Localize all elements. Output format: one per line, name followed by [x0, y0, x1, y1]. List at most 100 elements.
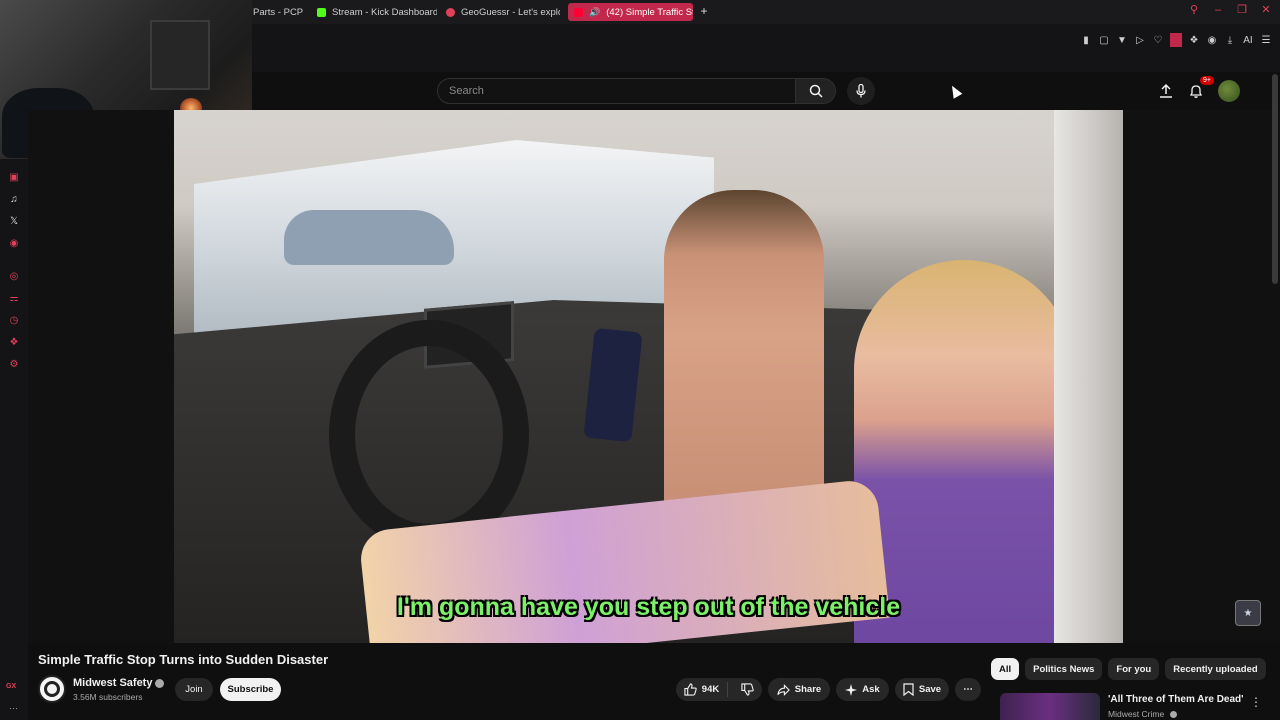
thumbs-up-icon: [684, 683, 697, 696]
search-box[interactable]: [437, 78, 796, 104]
tiktok-icon[interactable]: ♫: [8, 194, 20, 206]
tab-geoguessr[interactable]: GeoGuessr - Let's explore: [446, 3, 560, 21]
ai-button[interactable]: AI: [1242, 35, 1254, 46]
channel-watermark[interactable]: ★: [1235, 600, 1261, 626]
youtube-icon: [574, 7, 583, 17]
menu-icon[interactable]: ☰: [1260, 35, 1272, 46]
chip-recently-uploaded[interactable]: Recently uploaded: [1165, 658, 1266, 680]
settings-icon[interactable]: ⚙: [8, 359, 20, 371]
tab-kick-dashboard[interactable]: Stream - Kick Dashboard: [317, 3, 437, 21]
recommended-thumbnail[interactable]: [1000, 693, 1100, 720]
verified-icon: [1169, 711, 1177, 719]
recommended-channel: Midwest Crime: [1108, 709, 1177, 719]
chip-politics-news[interactable]: Politics News: [1025, 658, 1103, 680]
tab-label: (42) Simple Traffic Sto: [606, 6, 693, 18]
video-scene-parked-car: [284, 210, 454, 265]
share-button[interactable]: Share: [768, 678, 830, 701]
heart-icon[interactable]: ♡: [1152, 35, 1164, 46]
toolbar-separator: [1170, 33, 1182, 47]
microphone-icon: [856, 84, 866, 98]
snapshot-icon[interactable]: ▢: [1098, 35, 1110, 46]
new-tab-button[interactable]: +: [697, 4, 711, 18]
share-icon: [777, 683, 790, 696]
video-player[interactable]: I'm gonna have you step out of the vehic…: [174, 110, 1123, 643]
dislike-button[interactable]: [733, 683, 762, 696]
page-scrollbar[interactable]: [1272, 74, 1278, 284]
recommended-channel-name: Midwest Crime: [1108, 709, 1165, 719]
channel-name-text[interactable]: Midwest Safety: [73, 677, 152, 689]
channel-avatar[interactable]: [38, 675, 66, 703]
tab-label: GeoGuessr - Let's explore: [461, 6, 560, 18]
ask-button[interactable]: Ask: [836, 678, 889, 701]
tab-parts[interactable]: Parts - PCPa: [253, 3, 303, 21]
minimize-icon[interactable]: –: [1212, 4, 1224, 16]
extension-icons: ▮ ▢ ▼ ▷ ♡ ❖ ◉ ⤓ AI ☰: [1080, 33, 1272, 47]
play-icon[interactable]: ▷: [1134, 35, 1146, 46]
chip-all[interactable]: All: [991, 658, 1020, 680]
like-button[interactable]: 94K: [676, 682, 729, 697]
extensions-icon[interactable]: ❖: [1188, 35, 1200, 46]
video-scene-door-pillar: [1054, 110, 1123, 643]
pocket-icon[interactable]: ▼: [1116, 35, 1128, 46]
subscriber-count: 3.56M subscribers: [73, 692, 143, 702]
speaker-icon: 🔊: [589, 6, 601, 17]
more-vertical-icon[interactable]: ⋮: [1250, 695, 1262, 709]
recommended-title[interactable]: 'All Three of Them Are Dead': [1108, 694, 1244, 705]
thumbs-down-icon: [741, 683, 754, 696]
video-scene-driver: [854, 260, 1074, 643]
video-caption: I'm gonna have you step out of the vehic…: [396, 593, 901, 621]
restore-icon[interactable]: ❐: [1236, 4, 1248, 16]
chip-for-you[interactable]: For you: [1108, 658, 1160, 680]
more-actions-button[interactable]: ⋯: [955, 678, 981, 701]
like-count: 94K: [701, 684, 720, 695]
video-scene-steering-wheel: [329, 320, 529, 550]
close-icon[interactable]: ✕: [1260, 4, 1272, 16]
search-icon: [809, 84, 823, 98]
subscribe-button[interactable]: Subscribe: [220, 678, 281, 701]
more-horizontal-icon: ⋯: [963, 684, 973, 695]
search-input[interactable]: [438, 79, 795, 103]
channel-name[interactable]: Midwest Safety: [73, 677, 165, 689]
twitch-icon[interactable]: ◉: [8, 238, 20, 250]
like-dislike-group: 94K: [676, 678, 762, 701]
header-actions: 9+: [1158, 76, 1240, 103]
save-button[interactable]: Save: [895, 678, 949, 701]
pin-icon[interactable]: ⚎: [8, 293, 20, 305]
voice-search-button[interactable]: [847, 77, 875, 105]
x-icon[interactable]: 𝕏: [8, 216, 20, 228]
tab-youtube-active[interactable]: 🔊 (42) Simple Traffic Sto: [568, 3, 693, 21]
sidebar-more-icon[interactable]: ···: [9, 703, 18, 713]
account-avatar[interactable]: [1218, 80, 1240, 102]
history-icon[interactable]: ◷: [8, 315, 20, 327]
extensions-sidebar-icon[interactable]: ❖: [8, 337, 20, 349]
bell-icon: [1189, 85, 1203, 98]
search-tabs-icon[interactable]: ⚲: [1188, 4, 1200, 16]
ask-label: Ask: [862, 684, 880, 695]
geoguessr-icon: [446, 7, 455, 17]
upload-icon[interactable]: [1158, 83, 1174, 99]
recommended-video[interactable]: 'All Three of Them Are Dead' Midwest Cri…: [1000, 693, 1260, 720]
player-icon[interactable]: ◎: [8, 271, 20, 283]
browser-sidebar: ▣ ♫ 𝕏 ◉ ◎ ⚎ ◷ ❖ ⚙: [0, 72, 28, 720]
save-label: Save: [918, 684, 942, 695]
search-button[interactable]: [796, 78, 836, 104]
related-filter-chips: All Politics News For you Recently uploa…: [991, 658, 1266, 680]
join-button[interactable]: Join: [175, 678, 213, 701]
share-label: Share: [794, 684, 822, 695]
gx-logo: GX: [6, 683, 17, 690]
verified-icon: [155, 678, 165, 688]
tab-label: Parts - PCPa: [253, 6, 303, 18]
instagram-icon[interactable]: ▣: [8, 172, 20, 184]
window-controls: ⚲ – ❐ ✕: [1188, 4, 1272, 16]
tab-label: Stream - Kick Dashboard: [332, 6, 437, 18]
download-icon[interactable]: ⤓: [1224, 35, 1236, 46]
sparkle-icon: [845, 683, 858, 696]
notifications-button[interactable]: 9+: [1188, 76, 1214, 99]
vpn-icon[interactable]: ◉: [1206, 35, 1218, 46]
kick-icon: [317, 7, 326, 17]
video-title: Simple Traffic Stop Turns into Sudden Di…: [38, 652, 329, 667]
save-icon: [903, 683, 914, 696]
webcam-shelf: [150, 20, 210, 90]
notification-badge: 9+: [1200, 76, 1214, 85]
bookmark-icon[interactable]: ▮: [1080, 35, 1092, 46]
